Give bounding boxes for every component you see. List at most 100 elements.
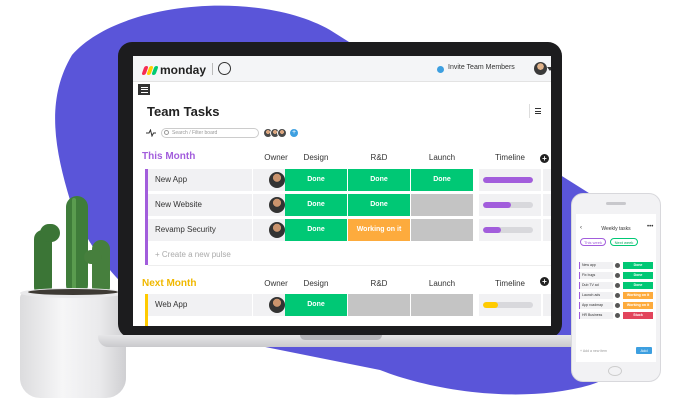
phone-item-name: Dub TV ad	[579, 282, 613, 289]
phone-screen: ‹ Weekly tasks ••• This week Next week N…	[576, 214, 656, 362]
smiley-icon[interactable]	[218, 62, 231, 75]
hamburger-menu-icon[interactable]	[138, 84, 150, 95]
phone-list-item[interactable]: New app Done	[579, 262, 653, 270]
status-cell-design[interactable]: Done	[285, 219, 347, 241]
timeline-bar[interactable]	[483, 177, 533, 183]
more-options-icon[interactable]: •••	[647, 224, 653, 230]
owner-avatar[interactable]	[269, 197, 285, 213]
phone-list-item[interactable]: Dub TV ad Done	[579, 282, 653, 290]
timeline-cell[interactable]	[479, 169, 541, 191]
phone-list-item[interactable]: Fix bugs Done	[579, 272, 653, 280]
timeline-cell[interactable]	[479, 194, 541, 216]
table-row[interactable]: New Website Done Done	[148, 194, 551, 216]
column-timeline[interactable]: Timeline	[479, 153, 541, 162]
status-cell-rd[interactable]: Done	[348, 194, 410, 216]
row-end-cell	[543, 169, 551, 191]
table-row[interactable]: New App Done Done Done	[148, 169, 551, 191]
row-end-cell	[543, 294, 551, 316]
phone-item-status[interactable]: Stuck	[623, 312, 653, 319]
column-launch[interactable]: Launch	[411, 279, 473, 288]
pulse-name[interactable]: Revamp Security	[148, 219, 252, 241]
phone-item-status[interactable]: Working on it	[623, 302, 653, 309]
pulse-name[interactable]: Web App	[148, 294, 252, 316]
column-launch[interactable]: Launch	[411, 153, 473, 162]
phone-home-button	[608, 366, 622, 376]
cactus-plant	[34, 196, 110, 296]
owner-avatar[interactable]	[269, 297, 285, 313]
table-row[interactable]: Revamp Security Done Working on it	[148, 219, 551, 241]
phone-item-status[interactable]: Done	[623, 262, 653, 269]
board-members[interactable]	[263, 128, 287, 138]
phone-item-status[interactable]: Done	[623, 272, 653, 279]
add-column-icon[interactable]: +	[540, 154, 549, 163]
pill-next-week[interactable]: Next week	[610, 238, 638, 246]
timeline-bar[interactable]	[483, 302, 533, 308]
phone-item-owner	[615, 313, 620, 318]
column-rd[interactable]: R&D	[348, 279, 410, 288]
search-icon	[164, 130, 169, 135]
timeline-cell[interactable]	[479, 219, 541, 241]
phone-item-status[interactable]: Done	[623, 282, 653, 289]
status-cell-design[interactable]: Done	[285, 169, 347, 191]
timeline-bar-fill	[483, 177, 533, 183]
plant-soil	[28, 289, 118, 295]
timeline-bar[interactable]	[483, 202, 533, 208]
phone-board-title: Weekly tasks	[601, 226, 631, 232]
table-row[interactable]: Web App Done	[148, 294, 551, 316]
add-column-icon[interactable]: +	[540, 277, 549, 286]
column-design[interactable]: Design	[285, 279, 347, 288]
phone-item-name: App roadmap	[579, 302, 613, 309]
invite-plus-icon[interactable]	[437, 66, 444, 73]
app-topbar: monday Invite Team Members	[133, 56, 551, 82]
status-cell-launch[interactable]	[411, 194, 473, 216]
phone-item-name: HR Business	[579, 312, 613, 319]
timeline-bar-fill	[483, 302, 498, 308]
status-cell-launch[interactable]	[411, 294, 473, 316]
activity-icon[interactable]	[146, 129, 156, 137]
phone-item-name: New app	[579, 262, 613, 269]
status-cell-rd[interactable]: Done	[348, 169, 410, 191]
column-design[interactable]: Design	[285, 153, 347, 162]
topbar-divider	[212, 63, 213, 75]
timeline-cell[interactable]	[479, 294, 541, 316]
phone-item-status[interactable]: Working on it	[623, 292, 653, 299]
timeline-bar-fill	[483, 227, 501, 233]
phone-add-button[interactable]: Add	[636, 347, 652, 354]
row-end-cell	[543, 219, 551, 241]
create-new-pulse[interactable]: + Create a new pulse	[148, 244, 551, 266]
phone-item-owner	[615, 283, 620, 288]
add-member-icon[interactable]: +	[290, 129, 298, 137]
group-title-next-month[interactable]: Next Month	[142, 278, 196, 289]
status-cell-rd[interactable]	[348, 294, 410, 316]
laptop-base-notch	[300, 335, 382, 340]
owner-avatar[interactable]	[269, 222, 285, 238]
column-rd[interactable]: R&D	[348, 153, 410, 162]
search-filter-input[interactable]: Search / Filter board	[161, 128, 259, 138]
logo-text: monday	[160, 63, 207, 77]
board-header-divider	[529, 104, 530, 118]
phone-list-item[interactable]: HR Business Stuck	[579, 312, 653, 320]
pill-this-week[interactable]: This week	[580, 238, 606, 246]
chevron-down-icon[interactable]	[547, 67, 551, 71]
board-menu-icon[interactable]	[535, 108, 541, 114]
owner-avatar[interactable]	[269, 172, 285, 188]
phone-item-name: Launch ads	[579, 292, 613, 299]
monday-logo[interactable]: monday	[141, 63, 207, 77]
timeline-bar-fill	[483, 202, 511, 208]
pulse-name[interactable]: New App	[148, 169, 252, 191]
phone-item-owner	[615, 263, 620, 268]
timeline-bar[interactable]	[483, 227, 533, 233]
invite-team-members-link[interactable]: Invite Team Members	[448, 64, 515, 71]
user-avatar[interactable]	[534, 62, 547, 75]
status-cell-launch[interactable]: Done	[411, 169, 473, 191]
phone-list-item[interactable]: Launch ads Working on it	[579, 292, 653, 300]
status-cell-design[interactable]: Done	[285, 194, 347, 216]
phone-new-item[interactable]: + Add a new item	[580, 349, 607, 353]
status-cell-rd[interactable]: Working on it	[348, 219, 410, 241]
status-cell-launch[interactable]	[411, 219, 473, 241]
phone-list-item[interactable]: App roadmap Working on it	[579, 302, 653, 310]
group-title-this-month[interactable]: This Month	[142, 151, 195, 162]
column-timeline[interactable]: Timeline	[479, 279, 541, 288]
status-cell-design[interactable]: Done	[285, 294, 347, 316]
pulse-name[interactable]: New Website	[148, 194, 252, 216]
